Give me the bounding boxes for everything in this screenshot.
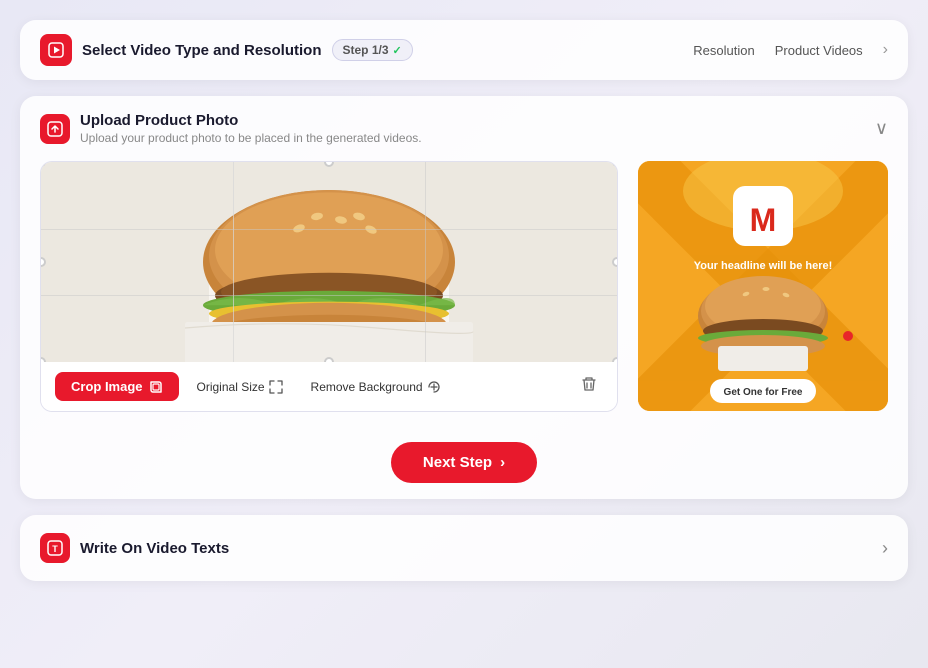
upload-subtitle: Upload your product photo to be placed i… xyxy=(80,131,875,145)
write-on-video-card[interactable]: T Write On Video Texts › xyxy=(20,515,908,581)
collapse-icon[interactable]: ∨ xyxy=(875,118,888,139)
upload-card: Upload Product Photo Upload your product… xyxy=(20,96,908,499)
remove-bg-label: Remove Background xyxy=(311,380,423,394)
crop-icon xyxy=(149,380,163,394)
image-toolbar: Crop Image Original Size Remove Backgrou… xyxy=(41,362,617,411)
svg-text:Your headline will be here!: Your headline will be here! xyxy=(694,260,833,272)
remove-bg-button[interactable]: Remove Background xyxy=(301,374,451,400)
write-icon-wrap: T xyxy=(40,533,70,563)
next-step-wrap: Next Step › xyxy=(20,432,908,499)
upload-icon xyxy=(47,121,63,137)
preview-svg: M Your headline will be here! xyxy=(638,161,888,411)
top-card-right: Resolution Product Videos › xyxy=(693,41,888,59)
video-icon-wrap xyxy=(40,34,72,66)
svg-text:T: T xyxy=(52,544,58,554)
upload-card-header[interactable]: Upload Product Photo Upload your product… xyxy=(20,96,908,161)
original-size-icon xyxy=(269,380,283,394)
top-card-left: Select Video Type and Resolution Step 1/… xyxy=(40,34,693,66)
write-chevron-icon: › xyxy=(882,538,888,559)
select-video-card: Select Video Type and Resolution Step 1/… xyxy=(20,20,908,80)
preview-container: M Your headline will be here! xyxy=(638,161,888,411)
original-size-button[interactable]: Original Size xyxy=(187,374,293,400)
step-badge: Step 1/3 ✓ xyxy=(332,39,413,61)
next-step-label: Next Step xyxy=(423,454,492,471)
delete-icon xyxy=(581,376,597,392)
play-icon xyxy=(48,42,64,58)
upload-icon-wrap xyxy=(40,114,70,144)
crop-label: Crop Image xyxy=(71,379,143,394)
write-title: Write On Video Texts xyxy=(80,540,882,557)
burger-svg xyxy=(41,162,617,362)
nav-chevron-icon: › xyxy=(883,41,888,59)
remove-bg-icon xyxy=(427,380,441,394)
upload-header-text: Upload Product Photo Upload your product… xyxy=(80,112,875,145)
svg-text:M: M xyxy=(750,202,777,238)
text-icon: T xyxy=(47,540,63,556)
crop-image-button[interactable]: Crop Image xyxy=(55,372,179,401)
nav-resolution[interactable]: Resolution xyxy=(693,43,754,58)
step-check-icon: ✓ xyxy=(393,44,402,57)
image-edit-area: Crop Image Original Size Remove Backgrou… xyxy=(20,161,908,432)
next-step-icon: › xyxy=(500,454,505,471)
svg-text:Get One for Free: Get One for Free xyxy=(724,387,803,398)
step-text: Step 1/3 xyxy=(343,43,389,57)
original-label: Original Size xyxy=(197,380,265,394)
nav-product-videos[interactable]: Product Videos xyxy=(775,43,863,58)
burger-image-area xyxy=(41,162,617,362)
delete-button[interactable] xyxy=(575,372,603,401)
top-card-title: Select Video Type and Resolution xyxy=(82,42,322,59)
upload-title: Upload Product Photo xyxy=(80,112,875,129)
next-step-button[interactable]: Next Step › xyxy=(391,442,537,483)
crop-container: Crop Image Original Size Remove Backgrou… xyxy=(40,161,618,412)
